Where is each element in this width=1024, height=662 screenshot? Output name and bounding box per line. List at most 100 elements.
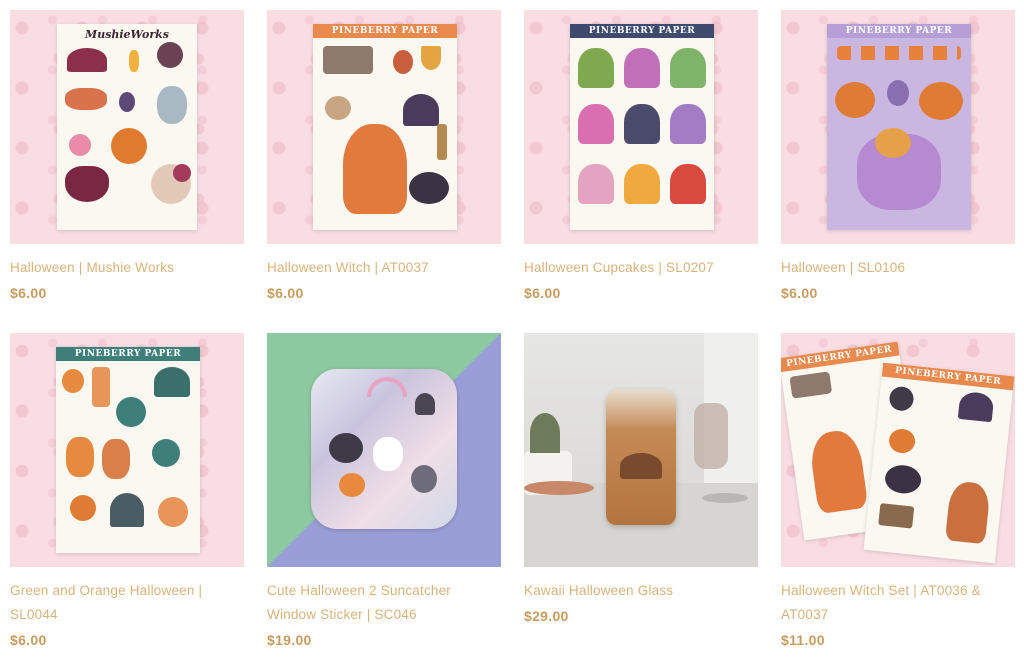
cat-icon [411, 465, 437, 493]
sheet-header: PINEBERRY PAPER [570, 24, 714, 38]
cauldron-sticker [409, 172, 449, 204]
ghost-sticker [157, 86, 187, 124]
product-title[interactable]: Halloween | SL0106 [781, 256, 1015, 280]
product-price: $29.00 [524, 608, 569, 624]
witch-sticker [343, 124, 407, 214]
pumpkin-plant-sticker [66, 437, 94, 477]
rose-sticker [173, 164, 191, 182]
product-grid: MushieWorks Halloween | Mushie Works $6.… [10, 10, 1015, 662]
product-card[interactable]: PINEBERRY PAPER Halloween Witch | AT0037… [267, 10, 501, 333]
product-price: $6.00 [10, 632, 47, 648]
pumpkin-icon [339, 473, 365, 497]
spoon [702, 493, 748, 503]
potion-sticker [152, 439, 180, 467]
witch-hat-sticker [154, 367, 190, 397]
product-price: $6.00 [267, 285, 304, 301]
sticker-sheet: PINEBERRY PAPER [313, 24, 457, 230]
potion-shelf-sticker [789, 371, 833, 399]
pumpkin-sticker [835, 82, 875, 118]
potion-bottle-sticker [393, 50, 413, 74]
product-image[interactable]: PINEBERRY PAPER [10, 333, 244, 567]
leaf-sticker [887, 80, 909, 106]
pumpkin-sticker [919, 82, 963, 120]
product-card[interactable]: Cute Halloween 2 Suncatcher Window Stick… [267, 333, 501, 662]
product-title[interactable]: Halloween | Mushie Works [10, 256, 244, 280]
skull-sticker [158, 497, 188, 527]
pumpkin-sticker [875, 128, 911, 158]
wooden-tray [524, 481, 594, 495]
sheet-header: PINEBERRY PAPER [313, 24, 457, 38]
product-price: $6.00 [524, 285, 561, 301]
cupcake-sticker [670, 164, 706, 204]
witch-sticker [807, 428, 869, 515]
planchette-sticker [119, 92, 135, 112]
pumpkin-sticker [887, 427, 917, 455]
cocktail-sticker [421, 46, 441, 70]
gingerbread-sticker [102, 439, 130, 479]
witch-sticker [944, 480, 992, 545]
product-image[interactable] [524, 333, 758, 567]
product-card[interactable]: Kawaii Halloween Glass $29.00 [524, 333, 758, 662]
cupcake-sticker [578, 48, 614, 88]
sticker-sheet: PINEBERRY PAPER [570, 24, 714, 230]
cauldron-sticker [116, 397, 146, 427]
cupcake-sticker [578, 104, 614, 144]
sticker-sheet: PINEBERRY PAPER [863, 362, 1015, 564]
product-price: $6.00 [10, 285, 47, 301]
product-card[interactable]: MushieWorks Halloween | Mushie Works $6.… [10, 10, 244, 333]
product-card[interactable]: PINEBERRY PAPER PINEBERRY PAPER Hallowee… [781, 333, 1015, 662]
witch-hat-sticker [957, 390, 995, 423]
sheet-brand: MushieWorks [85, 28, 169, 41]
ghost-icon [373, 437, 403, 471]
product-title[interactable]: Halloween Witch Set | AT0036 & AT0037 [781, 579, 1015, 627]
broom-sticker [437, 124, 447, 160]
product-image[interactable] [267, 333, 501, 567]
product-image[interactable]: MushieWorks [10, 10, 244, 244]
sticker-sheet: MushieWorks [57, 24, 197, 230]
potion-shelf-sticker [323, 46, 373, 74]
product-image[interactable]: PINEBERRY PAPER [524, 10, 758, 244]
product-price: $19.00 [267, 632, 312, 648]
product-image[interactable]: PINEBERRY PAPER [267, 10, 501, 244]
cupcake-sticker [670, 104, 706, 144]
product-card[interactable]: PINEBERRY PAPER Green and Orange Hallowe… [10, 333, 244, 662]
witch-hat-sticker [403, 94, 439, 126]
product-card[interactable]: PINEBERRY PAPER Halloween Cupcakes | SL0… [524, 10, 758, 333]
pumpkin-garland-sticker [837, 46, 961, 60]
sticker-sheet: PINEBERRY PAPER [827, 24, 971, 230]
product-title[interactable]: Kawaii Halloween Glass [524, 579, 758, 603]
tombstone-sticker [110, 493, 144, 527]
product-card[interactable]: PINEBERRY PAPER Halloween | SL0106 $6.00 [781, 10, 1015, 333]
product-price: $6.00 [781, 285, 818, 301]
flower-sticker [111, 128, 147, 164]
cat-icon [329, 433, 363, 463]
witch-hat-sticker [67, 48, 107, 72]
brain-sticker [69, 134, 91, 156]
skull-candle-sticker [325, 96, 351, 120]
product-title[interactable]: Halloween Cupcakes | SL0207 [524, 256, 758, 280]
tombstone-icon [415, 393, 435, 415]
cauldron-sticker [65, 166, 109, 202]
spider-sticker [157, 42, 183, 68]
pumpkin-sticker [70, 495, 96, 521]
cat-sticker [888, 385, 915, 412]
cupcake-sticker [624, 164, 660, 204]
cupcake-sticker [624, 48, 660, 88]
product-title[interactable]: Cute Halloween 2 Suncatcher Window Stick… [267, 579, 501, 627]
cupcake-sticker [578, 164, 614, 204]
product-title[interactable]: Halloween Witch | AT0037 [267, 256, 501, 280]
product-price: $11.00 [781, 632, 825, 648]
cupcake-sticker [670, 48, 706, 88]
moon-sticker [62, 369, 84, 393]
sheet-header: PINEBERRY PAPER [56, 347, 200, 361]
plant-icon [530, 413, 560, 453]
mushroom-icon [620, 453, 662, 479]
glass-jar [694, 403, 728, 469]
coffin-sticker [92, 367, 110, 407]
product-image[interactable]: PINEBERRY PAPER PINEBERRY PAPER [781, 333, 1015, 567]
spellbook-sticker [878, 503, 915, 529]
sheet-header: PINEBERRY PAPER [827, 24, 971, 38]
candy-corn-sticker [129, 50, 139, 72]
product-image[interactable]: PINEBERRY PAPER [781, 10, 1015, 244]
product-title[interactable]: Green and Orange Halloween | SL0044 [10, 579, 244, 627]
